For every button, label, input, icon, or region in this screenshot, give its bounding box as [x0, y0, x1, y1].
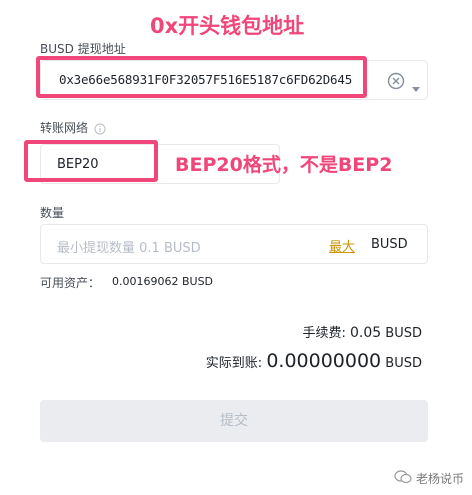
received-row: 实际到账: 0.00000000 BUSD [206, 350, 422, 372]
amount-unit: BUSD [371, 237, 408, 252]
available-value: 0.00169062 BUSD [112, 275, 214, 288]
info-circle-icon[interactable] [94, 120, 106, 135]
fee-unit: BUSD [385, 326, 422, 341]
submit-button[interactable]: 提交 [40, 400, 428, 442]
amount-field[interactable]: 最小提现数量 0.1 BUSD 最大 BUSD [40, 224, 428, 264]
wechat-icon [394, 470, 412, 487]
available-label: 可用资产： [40, 276, 101, 290]
amount-placeholder[interactable]: 最小提现数量 0.1 BUSD [57, 237, 201, 256]
network-label: 转账网络 [40, 121, 89, 135]
fee-value: 0.05 [349, 325, 382, 341]
received-unit: BUSD [385, 356, 422, 371]
network-annotation-box [24, 140, 158, 182]
address-annotation-box [36, 56, 367, 98]
received-label: 实际到账: [205, 356, 263, 371]
chevron-down-icon[interactable] [412, 78, 420, 92]
clear-circle-icon[interactable] [387, 72, 405, 90]
address-annotation-text: 0x开头钱包地址 [150, 14, 305, 38]
address-label: BUSD 提现地址 [40, 42, 126, 56]
max-button[interactable]: 最大 [329, 236, 355, 255]
fee-row: 手续费: 0.05 BUSD [302, 322, 422, 341]
received-value: 0.00000000 [266, 350, 382, 372]
network-annotation-text: BEP20格式，不是BEP2 [175, 154, 393, 176]
amount-label: 数量 [40, 206, 65, 220]
watermark: 老杨说币 [394, 470, 464, 487]
watermark-text: 老杨说币 [415, 472, 464, 486]
fee-label: 手续费: [302, 326, 346, 341]
